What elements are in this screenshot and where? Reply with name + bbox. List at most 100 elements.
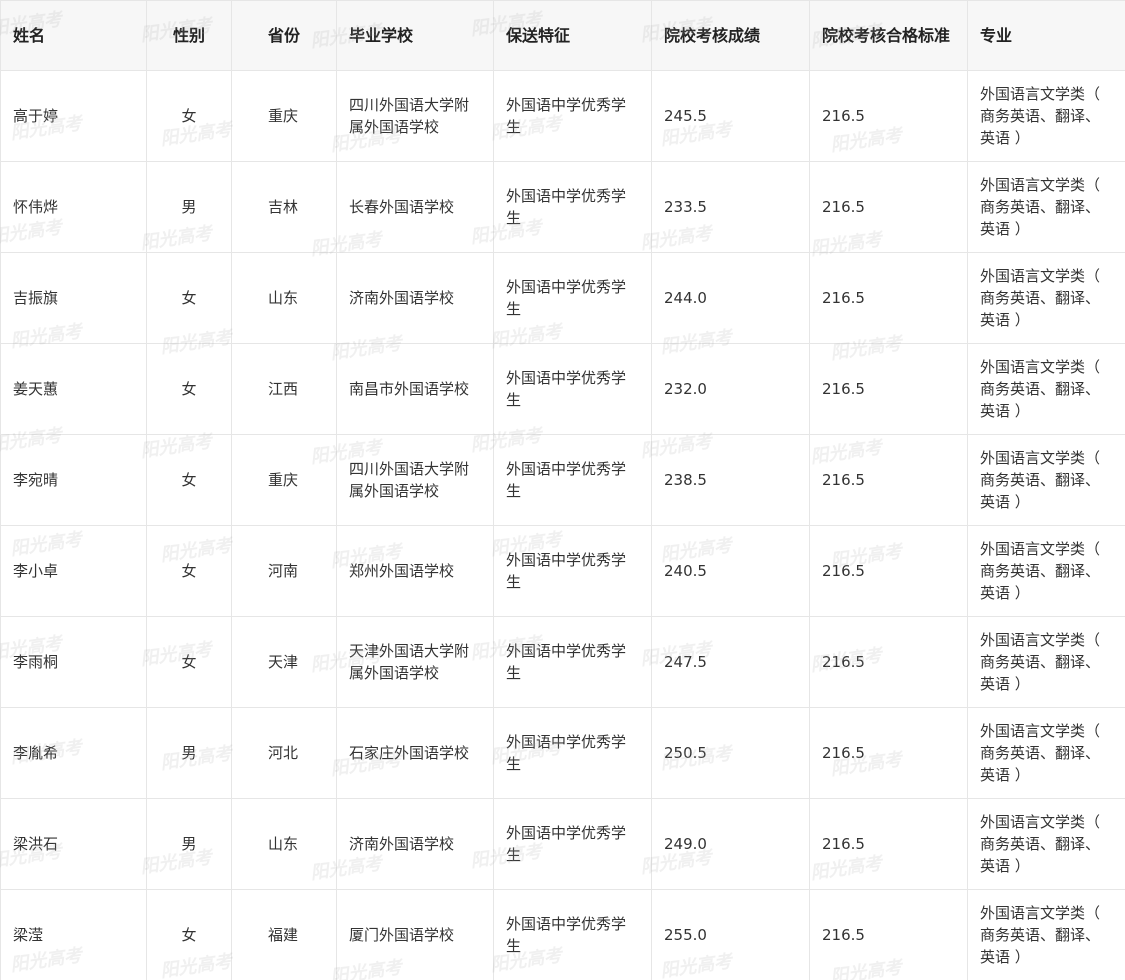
cell-standard: 216.5: [809, 343, 968, 435]
cell-name: 梁滢: [0, 889, 147, 980]
cell-feature: 外国语中学优秀学生: [493, 798, 652, 890]
cell-major: 外国语言文学类（ 商务英语、翻译、英语 ）: [967, 889, 1125, 980]
cell-feature: 外国语中学优秀学生: [493, 525, 652, 617]
cell-province: 重庆: [231, 434, 337, 526]
cell-province: 江西: [231, 343, 337, 435]
cell-score: 233.5: [651, 161, 810, 253]
cell-gender: 男: [146, 161, 232, 253]
cell-school: 郑州外国语学校: [336, 525, 494, 617]
cell-major: 外国语言文学类（ 商务英语、翻译、英语 ）: [967, 161, 1125, 253]
cell-standard: 216.5: [809, 616, 968, 708]
cell-name: 姜天蕙: [0, 343, 147, 435]
cell-feature: 外国语中学优秀学生: [493, 70, 652, 162]
cell-gender: 女: [146, 616, 232, 708]
cell-score: 232.0: [651, 343, 810, 435]
cell-name: 李宛晴: [0, 434, 147, 526]
cell-school: 南昌市外国语学校: [336, 343, 494, 435]
cell-standard: 216.5: [809, 70, 968, 162]
cell-school: 四川外国语大学附属外国语学校: [336, 434, 494, 526]
cell-name: 李小卓: [0, 525, 147, 617]
cell-score: 250.5: [651, 707, 810, 799]
cell-name: 高于婷: [0, 70, 147, 162]
cell-gender: 女: [146, 889, 232, 980]
cell-feature: 外国语中学优秀学生: [493, 889, 652, 980]
cell-school: 四川外国语大学附属外国语学校: [336, 70, 494, 162]
cell-province: 重庆: [231, 70, 337, 162]
cell-province: 河南: [231, 525, 337, 617]
table-row: 怀伟烨 男 吉林 长春外国语学校 外国语中学优秀学生 233.5 216.5 外…: [0, 161, 1125, 253]
cell-school: 厦门外国语学校: [336, 889, 494, 980]
cell-province: 山东: [231, 252, 337, 344]
cell-feature: 外国语中学优秀学生: [493, 707, 652, 799]
table-row: 李宛晴 女 重庆 四川外国语大学附属外国语学校 外国语中学优秀学生 238.5 …: [0, 434, 1125, 526]
cell-score: 238.5: [651, 434, 810, 526]
cell-standard: 216.5: [809, 525, 968, 617]
cell-province: 山东: [231, 798, 337, 890]
table-row: 高于婷 女 重庆 四川外国语大学附属外国语学校 外国语中学优秀学生 245.5 …: [0, 70, 1125, 162]
cell-school: 济南外国语学校: [336, 798, 494, 890]
table-row: 李胤希 男 河北 石家庄外国语学校 外国语中学优秀学生 250.5 216.5 …: [0, 707, 1125, 799]
cell-province: 天津: [231, 616, 337, 708]
cell-name: 怀伟烨: [0, 161, 147, 253]
header-province: 省份: [231, 0, 337, 71]
cell-gender: 男: [146, 798, 232, 890]
cell-score: 245.5: [651, 70, 810, 162]
cell-standard: 216.5: [809, 434, 968, 526]
cell-feature: 外国语中学优秀学生: [493, 161, 652, 253]
header-gender: 性别: [146, 0, 232, 71]
cell-standard: 216.5: [809, 889, 968, 980]
cell-gender: 女: [146, 70, 232, 162]
admission-table: 姓名 性别 省份 毕业学校 保送特征 院校考核成绩 院校考核合格标准 专业 高于…: [0, 0, 1125, 980]
cell-major: 外国语言文学类（ 商务英语、翻译、英语 ）: [967, 525, 1125, 617]
cell-school: 济南外国语学校: [336, 252, 494, 344]
header-row: 姓名 性别 省份 毕业学校 保送特征 院校考核成绩 院校考核合格标准 专业: [0, 0, 1125, 71]
cell-name: 李雨桐: [0, 616, 147, 708]
cell-name: 吉振旗: [0, 252, 147, 344]
cell-standard: 216.5: [809, 252, 968, 344]
cell-gender: 女: [146, 434, 232, 526]
header-major: 专业: [967, 0, 1125, 71]
cell-major: 外国语言文学类（ 商务英语、翻译、英语 ）: [967, 252, 1125, 344]
table-row: 梁洪石 男 山东 济南外国语学校 外国语中学优秀学生 249.0 216.5 外…: [0, 798, 1125, 890]
cell-major: 外国语言文学类（ 商务英语、翻译、英语 ）: [967, 707, 1125, 799]
cell-province: 河北: [231, 707, 337, 799]
cell-score: 240.5: [651, 525, 810, 617]
cell-name: 李胤希: [0, 707, 147, 799]
table-row: 李雨桐 女 天津 天津外国语大学附属外国语学校 外国语中学优秀学生 247.5 …: [0, 616, 1125, 708]
cell-score: 247.5: [651, 616, 810, 708]
cell-standard: 216.5: [809, 798, 968, 890]
cell-feature: 外国语中学优秀学生: [493, 252, 652, 344]
cell-score: 244.0: [651, 252, 810, 344]
table-body: 高于婷 女 重庆 四川外国语大学附属外国语学校 外国语中学优秀学生 245.5 …: [0, 70, 1125, 980]
table-row: 姜天蕙 女 江西 南昌市外国语学校 外国语中学优秀学生 232.0 216.5 …: [0, 343, 1125, 435]
table-row: 吉振旗 女 山东 济南外国语学校 外国语中学优秀学生 244.0 216.5 外…: [0, 252, 1125, 344]
cell-score: 255.0: [651, 889, 810, 980]
header-name: 姓名: [0, 0, 147, 71]
cell-major: 外国语言文学类（ 商务英语、翻译、英语 ）: [967, 616, 1125, 708]
cell-major: 外国语言文学类（ 商务英语、翻译、英语 ）: [967, 343, 1125, 435]
header-score: 院校考核成绩: [651, 0, 810, 71]
table-row: 梁滢 女 福建 厦门外国语学校 外国语中学优秀学生 255.0 216.5 外国…: [0, 889, 1125, 980]
header-school: 毕业学校: [336, 0, 494, 71]
cell-major: 外国语言文学类（ 商务英语、翻译、英语 ）: [967, 434, 1125, 526]
cell-score: 249.0: [651, 798, 810, 890]
cell-feature: 外国语中学优秀学生: [493, 343, 652, 435]
admission-table-container: 姓名 性别 省份 毕业学校 保送特征 院校考核成绩 院校考核合格标准 专业 高于…: [0, 0, 1125, 980]
cell-standard: 216.5: [809, 161, 968, 253]
cell-gender: 女: [146, 252, 232, 344]
cell-feature: 外国语中学优秀学生: [493, 616, 652, 708]
cell-standard: 216.5: [809, 707, 968, 799]
cell-gender: 女: [146, 343, 232, 435]
cell-province: 福建: [231, 889, 337, 980]
header-feature: 保送特征: [493, 0, 652, 71]
cell-school: 石家庄外国语学校: [336, 707, 494, 799]
cell-name: 梁洪石: [0, 798, 147, 890]
cell-school: 天津外国语大学附属外国语学校: [336, 616, 494, 708]
cell-feature: 外国语中学优秀学生: [493, 434, 652, 526]
header-standard: 院校考核合格标准: [809, 0, 968, 71]
table-header: 姓名 性别 省份 毕业学校 保送特征 院校考核成绩 院校考核合格标准 专业: [0, 0, 1125, 71]
cell-major: 外国语言文学类（ 商务英语、翻译、英语 ）: [967, 70, 1125, 162]
cell-school: 长春外国语学校: [336, 161, 494, 253]
cell-gender: 男: [146, 707, 232, 799]
cell-province: 吉林: [231, 161, 337, 253]
